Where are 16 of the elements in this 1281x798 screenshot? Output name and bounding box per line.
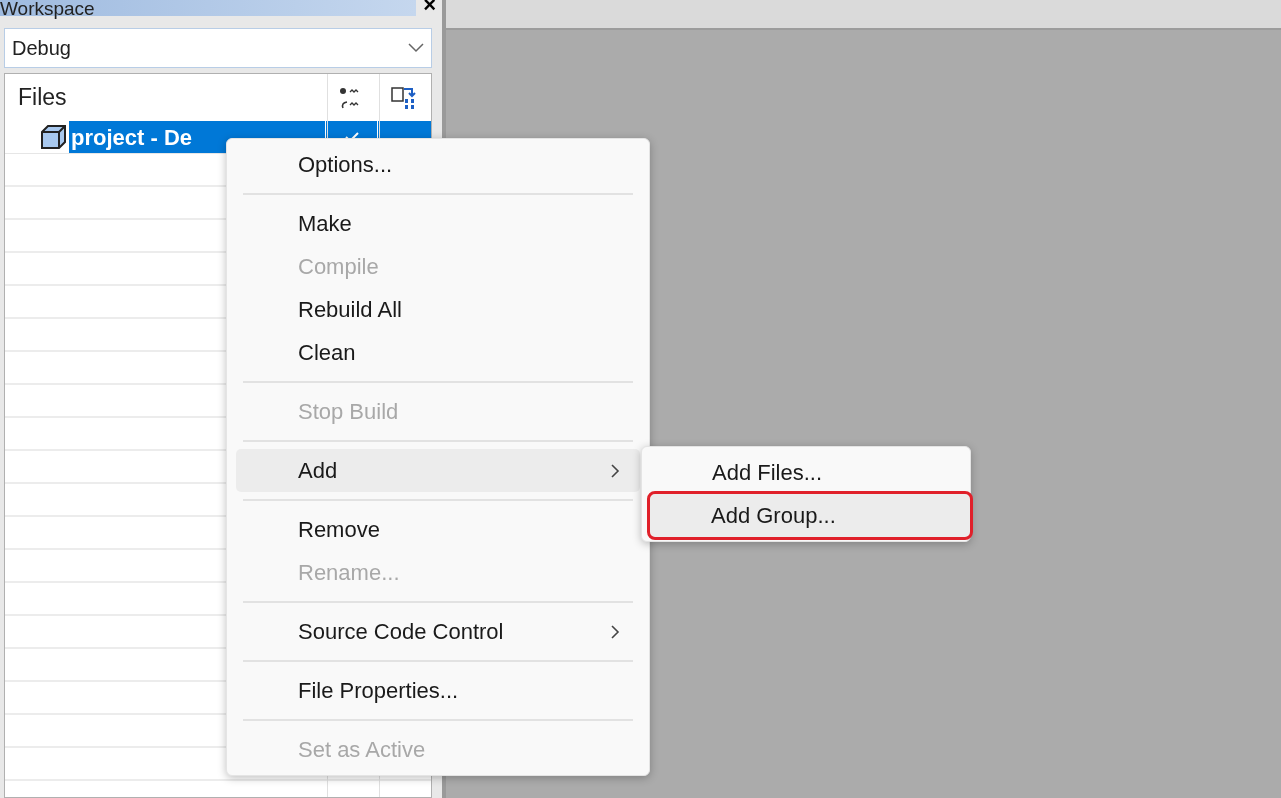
menu-item[interactable]: Remove xyxy=(236,508,640,551)
chevron-down-icon xyxy=(408,43,424,53)
configuration-dropdown[interactable]: Debug xyxy=(4,28,432,68)
close-button[interactable]: × xyxy=(423,0,436,16)
menu-item[interactable]: File Properties... xyxy=(236,669,640,712)
menu-item[interactable]: Make xyxy=(236,202,640,245)
panel-title: Workspace xyxy=(0,0,95,18)
column-header: Files xyxy=(18,83,68,113)
menu-item[interactable]: Rebuild All xyxy=(236,288,640,331)
menu-item[interactable]: Add Group... xyxy=(650,494,970,537)
build-files-icon xyxy=(390,84,419,111)
menu-item[interactable]: Add Files... xyxy=(651,451,961,494)
cube-icon xyxy=(39,124,67,150)
menu-item[interactable]: Source Code Control xyxy=(236,610,640,653)
menu-item[interactable]: Clean xyxy=(236,331,640,374)
menu-item[interactable]: Add xyxy=(236,449,640,492)
